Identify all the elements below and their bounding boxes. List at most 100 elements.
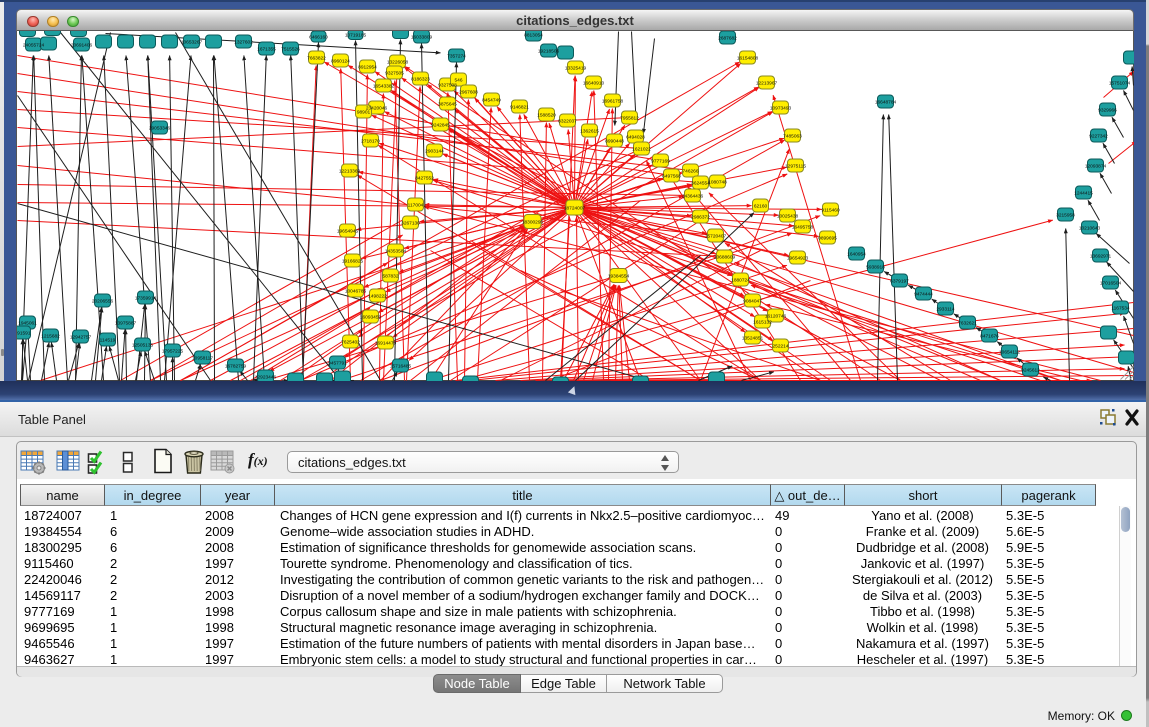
- svg-text:252214: 252214: [772, 344, 788, 350]
- svg-text:10025438: 10025438: [777, 214, 799, 220]
- svg-text:12942757: 12942757: [70, 335, 92, 341]
- svg-text:546: 546: [454, 78, 462, 84]
- svg-text:19654945: 19654945: [337, 229, 359, 235]
- svg-text:12923446: 12923446: [255, 375, 277, 381]
- svg-text:7357274: 7357274: [447, 54, 466, 60]
- svg-text:8960124: 8960124: [331, 59, 350, 65]
- svg-text:9242845: 9242845: [431, 123, 450, 129]
- svg-text:2718170: 2718170: [361, 139, 380, 145]
- svg-text:8454749: 8454749: [482, 98, 501, 104]
- svg-text:9245612: 9245612: [1021, 368, 1040, 374]
- svg-text:9146821: 9146821: [510, 105, 529, 111]
- svg-text:10958117: 10958117: [192, 356, 213, 362]
- svg-text:1588520: 1588520: [537, 113, 556, 119]
- svg-text:15716485: 15716485: [390, 364, 412, 370]
- svg-text:1362615: 1362615: [580, 129, 599, 135]
- svg-text:7632621: 7632621: [958, 321, 977, 327]
- svg-text:6497568: 6497568: [662, 174, 681, 180]
- svg-text:746266: 746266: [682, 169, 698, 175]
- svg-text:16154808: 16154808: [737, 56, 759, 62]
- svg-text:19166825: 19166825: [342, 259, 364, 265]
- svg-text:16120746: 16120746: [765, 314, 787, 320]
- svg-text:3875645: 3875645: [438, 102, 457, 108]
- svg-text:1327602: 1327602: [234, 40, 253, 46]
- svg-text:9327505: 9327505: [385, 71, 404, 77]
- svg-text:7485063: 7485063: [783, 134, 802, 140]
- svg-text:117004: 117004: [408, 203, 424, 209]
- svg-text:1945061: 1945061: [18, 321, 37, 327]
- svg-text:6494028: 6494028: [626, 135, 645, 141]
- svg-text:9115460: 9115460: [821, 208, 840, 214]
- svg-text:14353584: 14353584: [385, 249, 407, 255]
- svg-text:15720407: 15720407: [705, 234, 727, 240]
- svg-text:7663822: 7663822: [307, 56, 326, 62]
- svg-text:13692971: 13692971: [1090, 254, 1112, 260]
- svg-text:10653267: 10653267: [181, 40, 203, 46]
- svg-text:24364436: 24364436: [682, 194, 704, 200]
- svg-text:20206556: 20206556: [92, 299, 114, 305]
- svg-text:2986372: 2986372: [691, 215, 710, 221]
- svg-text:1244415: 1244415: [1074, 191, 1093, 197]
- svg-text:1167534: 1167534: [1111, 306, 1130, 312]
- svg-text:9474444: 9474444: [914, 292, 933, 298]
- svg-text:114519: 114519: [100, 338, 116, 344]
- svg-text:12975115: 12975115: [785, 164, 806, 170]
- svg-text:12213967: 12213967: [756, 81, 778, 87]
- svg-text:98901: 98901: [357, 110, 371, 116]
- svg-text:1880724: 1880724: [731, 278, 750, 284]
- svg-text:16961758: 16961758: [602, 99, 624, 105]
- svg-text:1621022: 1621022: [632, 147, 651, 153]
- svg-text:12505135: 12505135: [132, 343, 154, 349]
- svg-text:16543382: 16543382: [373, 84, 395, 90]
- svg-text:24055724: 24055724: [23, 43, 45, 49]
- svg-text:15751074: 15751074: [1109, 81, 1131, 87]
- svg-text:1215682: 1215682: [41, 334, 60, 340]
- svg-text:16914479: 16914479: [375, 341, 397, 347]
- svg-text:18724007: 18724007: [564, 206, 586, 212]
- svg-text:17957225: 17957225: [162, 349, 184, 355]
- svg-text:587832: 587832: [382, 274, 398, 280]
- svg-text:13325419: 13325419: [565, 66, 587, 72]
- svg-text:9457791: 9457791: [328, 361, 347, 367]
- svg-text:9777169: 9777169: [651, 159, 670, 165]
- svg-text:2933114: 2933114: [936, 307, 955, 313]
- svg-text:29053346: 29053346: [149, 126, 171, 132]
- svg-text:16640910: 16640910: [583, 81, 605, 87]
- svg-text:12213369: 12213369: [339, 169, 361, 175]
- svg-text:8471676: 8471676: [980, 334, 999, 340]
- svg-text:1671355: 1671355: [257, 47, 276, 53]
- svg-text:5938918: 5938918: [866, 265, 885, 271]
- svg-text:19384554: 19384554: [608, 274, 630, 280]
- svg-text:391591: 391591: [17, 331, 31, 337]
- svg-text:7515526: 7515526: [281, 47, 300, 53]
- svg-text:1615132: 1615132: [753, 320, 772, 326]
- svg-text:10719185: 10719185: [345, 33, 367, 39]
- svg-text:8427552: 8427552: [415, 176, 434, 182]
- svg-text:16782759: 16782759: [225, 364, 247, 370]
- svg-text:18300295: 18300295: [522, 220, 544, 226]
- svg-text:10973493: 10973493: [770, 106, 792, 112]
- svg-text:9227342: 9227342: [1089, 134, 1108, 140]
- svg-text:1498222: 1498222: [368, 294, 387, 300]
- svg-text:6379197: 6379197: [890, 279, 909, 285]
- svg-text:16495758: 16495758: [792, 225, 814, 231]
- svg-text:10654112: 10654112: [999, 350, 1020, 356]
- svg-text:8813054: 8813054: [524, 33, 543, 39]
- svg-text:7625402: 7625402: [341, 340, 360, 346]
- svg-text:9084047: 9084047: [743, 299, 762, 305]
- svg-text:13524851: 13524851: [742, 336, 764, 342]
- svg-text:1080748: 1080748: [708, 180, 727, 186]
- svg-text:9329966: 9329966: [1098, 108, 1117, 114]
- svg-text:2967608: 2967608: [459, 90, 478, 96]
- svg-text:62160: 62160: [754, 204, 768, 210]
- svg-text:19654923: 19654923: [787, 256, 809, 262]
- svg-text:16648784: 16648784: [875, 100, 897, 106]
- svg-text:12093874: 12093874: [1085, 164, 1107, 170]
- svg-text:16093459: 16093459: [360, 315, 382, 321]
- svg-text:2903144: 2903144: [425, 149, 444, 155]
- svg-text:7955812: 7955812: [620, 116, 639, 122]
- svg-text:17016504: 17016504: [1100, 281, 1122, 287]
- svg-text:3215958: 3215958: [1056, 213, 1075, 219]
- svg-text:13975887: 13975887: [115, 321, 137, 327]
- svg-text:3267130: 3267130: [401, 221, 420, 227]
